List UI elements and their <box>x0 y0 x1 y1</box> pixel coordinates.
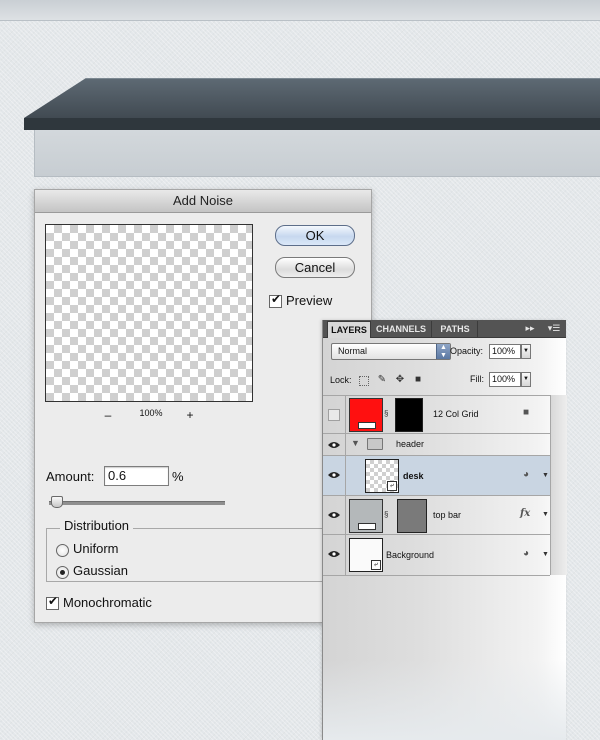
link-chain-icon: § <box>384 409 389 418</box>
zoom-out-button[interactable]: – <box>101 408 115 422</box>
panel-menu-icon[interactable]: ▾☰ <box>545 321 563 337</box>
checkmark-icon: ✔ <box>48 594 59 608</box>
layer-name: top bar <box>433 510 462 520</box>
visibility-cell[interactable] <box>323 535 346 575</box>
panel-collapse-icon[interactable]: ▸▸ <box>523 321 537 337</box>
cancel-button[interactable]: Cancel <box>275 257 355 278</box>
fx-icon: fx <box>520 508 531 519</box>
visibility-cell[interactable] <box>323 496 346 535</box>
layer-row-12-col-grid[interactable]: § 12 Col Grid ■ <box>323 395 550 434</box>
panel-fade-overlay <box>323 660 566 740</box>
fill-dropdown-icon[interactable]: ▼ <box>521 372 531 387</box>
layer-row-header[interactable]: ▼ header <box>323 433 550 456</box>
header-bar-artwork <box>24 78 600 178</box>
layer-options-arrow-icon[interactable]: ▼ <box>542 511 549 518</box>
layer-row-desk[interactable]: ⤶ desk ◕ ▼ <box>323 455 550 496</box>
layers-scrollbar[interactable] <box>550 395 567 575</box>
layer-thumbnail: ⤶ <box>349 538 383 572</box>
checkmark-icon: ✔ <box>271 292 282 306</box>
amount-slider-thumb[interactable] <box>51 496 64 508</box>
fill-input[interactable]: 100% <box>489 372 521 387</box>
visibility-cell[interactable] <box>323 456 346 496</box>
layer-name: desk <box>403 471 424 481</box>
dialog-title: Add Noise <box>35 190 371 213</box>
layer-style-icon: ◕ <box>523 548 530 559</box>
radio-selected-dot <box>60 570 65 575</box>
lock-icon: ■ <box>523 407 530 418</box>
folder-icon <box>367 438 383 450</box>
lock-brush-icon[interactable]: ✎ <box>377 374 387 385</box>
layer-name: 12 Col Grid <box>433 409 479 419</box>
select-arrows-icon: ▲ ▼ <box>436 344 450 359</box>
layer-style-icon: ◕ <box>523 469 530 480</box>
layers-panel: LAYERS CHANNELS PATHS ▸▸ ▾☰ Normal ▲ ▼ Op… <box>322 320 567 740</box>
uniform-radio[interactable] <box>56 544 69 557</box>
visibility-cell[interactable] <box>323 396 346 434</box>
monochromatic-checkbox[interactable]: ✔ <box>46 594 59 610</box>
gaussian-label: Gaussian <box>73 563 128 578</box>
eye-icon <box>328 472 340 478</box>
amount-input[interactable]: 0.6 <box>104 466 169 486</box>
eye-icon <box>328 512 340 518</box>
eye-icon <box>328 442 340 448</box>
header-bar-top <box>24 78 600 130</box>
layer-mask-thumbnail <box>395 398 423 432</box>
opacity-dropdown-icon[interactable]: ▼ <box>521 344 531 359</box>
blend-mode-value: Normal <box>338 346 368 356</box>
uniform-label: Uniform <box>73 541 119 556</box>
visibility-cell[interactable] <box>323 434 346 456</box>
gaussian-radio[interactable] <box>56 566 69 579</box>
amount-unit: % <box>172 469 184 484</box>
monochromatic-label: Monochromatic <box>63 595 152 610</box>
canvas-top-strip <box>0 0 600 21</box>
link-chain-icon: § <box>384 510 389 519</box>
eye-icon <box>328 551 340 557</box>
lock-all-icon[interactable]: ■ <box>413 374 423 385</box>
lock-transparency-icon[interactable] <box>359 376 369 386</box>
tab-layers[interactable]: LAYERS <box>327 321 371 338</box>
tab-paths[interactable]: PATHS <box>433 321 478 337</box>
layer-thumbnail: ⤶ <box>365 459 399 493</box>
zoom-in-button[interactable]: + <box>183 408 197 422</box>
mask-icon <box>358 523 376 530</box>
panel-tab-bar: LAYERS CHANNELS PATHS ▸▸ ▾☰ <box>323 320 566 338</box>
layer-name: header <box>396 439 425 449</box>
smart-object-icon: ⤶ <box>387 481 397 491</box>
lock-move-icon[interactable]: ✥ <box>395 374 405 385</box>
amount-slider-track[interactable] <box>49 501 225 505</box>
fill-label: Fill: <box>470 374 484 384</box>
layer-row-top-bar[interactable]: § top bar fx ▼ <box>323 495 550 535</box>
preview-checkbox[interactable]: ✔ <box>269 292 282 308</box>
layer-mask-thumbnail <box>397 499 427 533</box>
ok-button[interactable]: OK <box>275 225 355 246</box>
header-bar-front-face <box>34 130 600 177</box>
distribution-title: Distribution <box>60 518 134 533</box>
zoom-level: 100% <box>139 408 163 418</box>
tab-channels[interactable]: CHANNELS <box>371 321 432 337</box>
blend-mode-select[interactable]: Normal ▲ ▼ <box>331 343 451 360</box>
layer-row-background[interactable]: ⤶ Background ◕ ▼ <box>323 534 550 576</box>
preview-label: Preview <box>286 293 333 308</box>
layer-options-arrow-icon[interactable]: ▼ <box>542 551 549 558</box>
noise-preview-pane[interactable] <box>45 224 253 402</box>
visibility-off-icon <box>328 409 340 421</box>
layer-name: Background <box>386 550 435 560</box>
expand-triangle-icon[interactable]: ▼ <box>351 438 360 448</box>
opacity-input[interactable]: 100% <box>489 344 521 359</box>
smart-object-icon: ⤶ <box>371 560 381 570</box>
mask-icon <box>358 422 376 429</box>
opacity-label: Opacity: <box>450 346 484 356</box>
lock-label: Lock: <box>330 375 352 385</box>
layer-options-arrow-icon[interactable]: ▼ <box>542 472 549 479</box>
layer-thumbnail <box>349 398 383 432</box>
layer-thumbnail <box>349 499 383 533</box>
amount-label: Amount: <box>46 469 95 484</box>
